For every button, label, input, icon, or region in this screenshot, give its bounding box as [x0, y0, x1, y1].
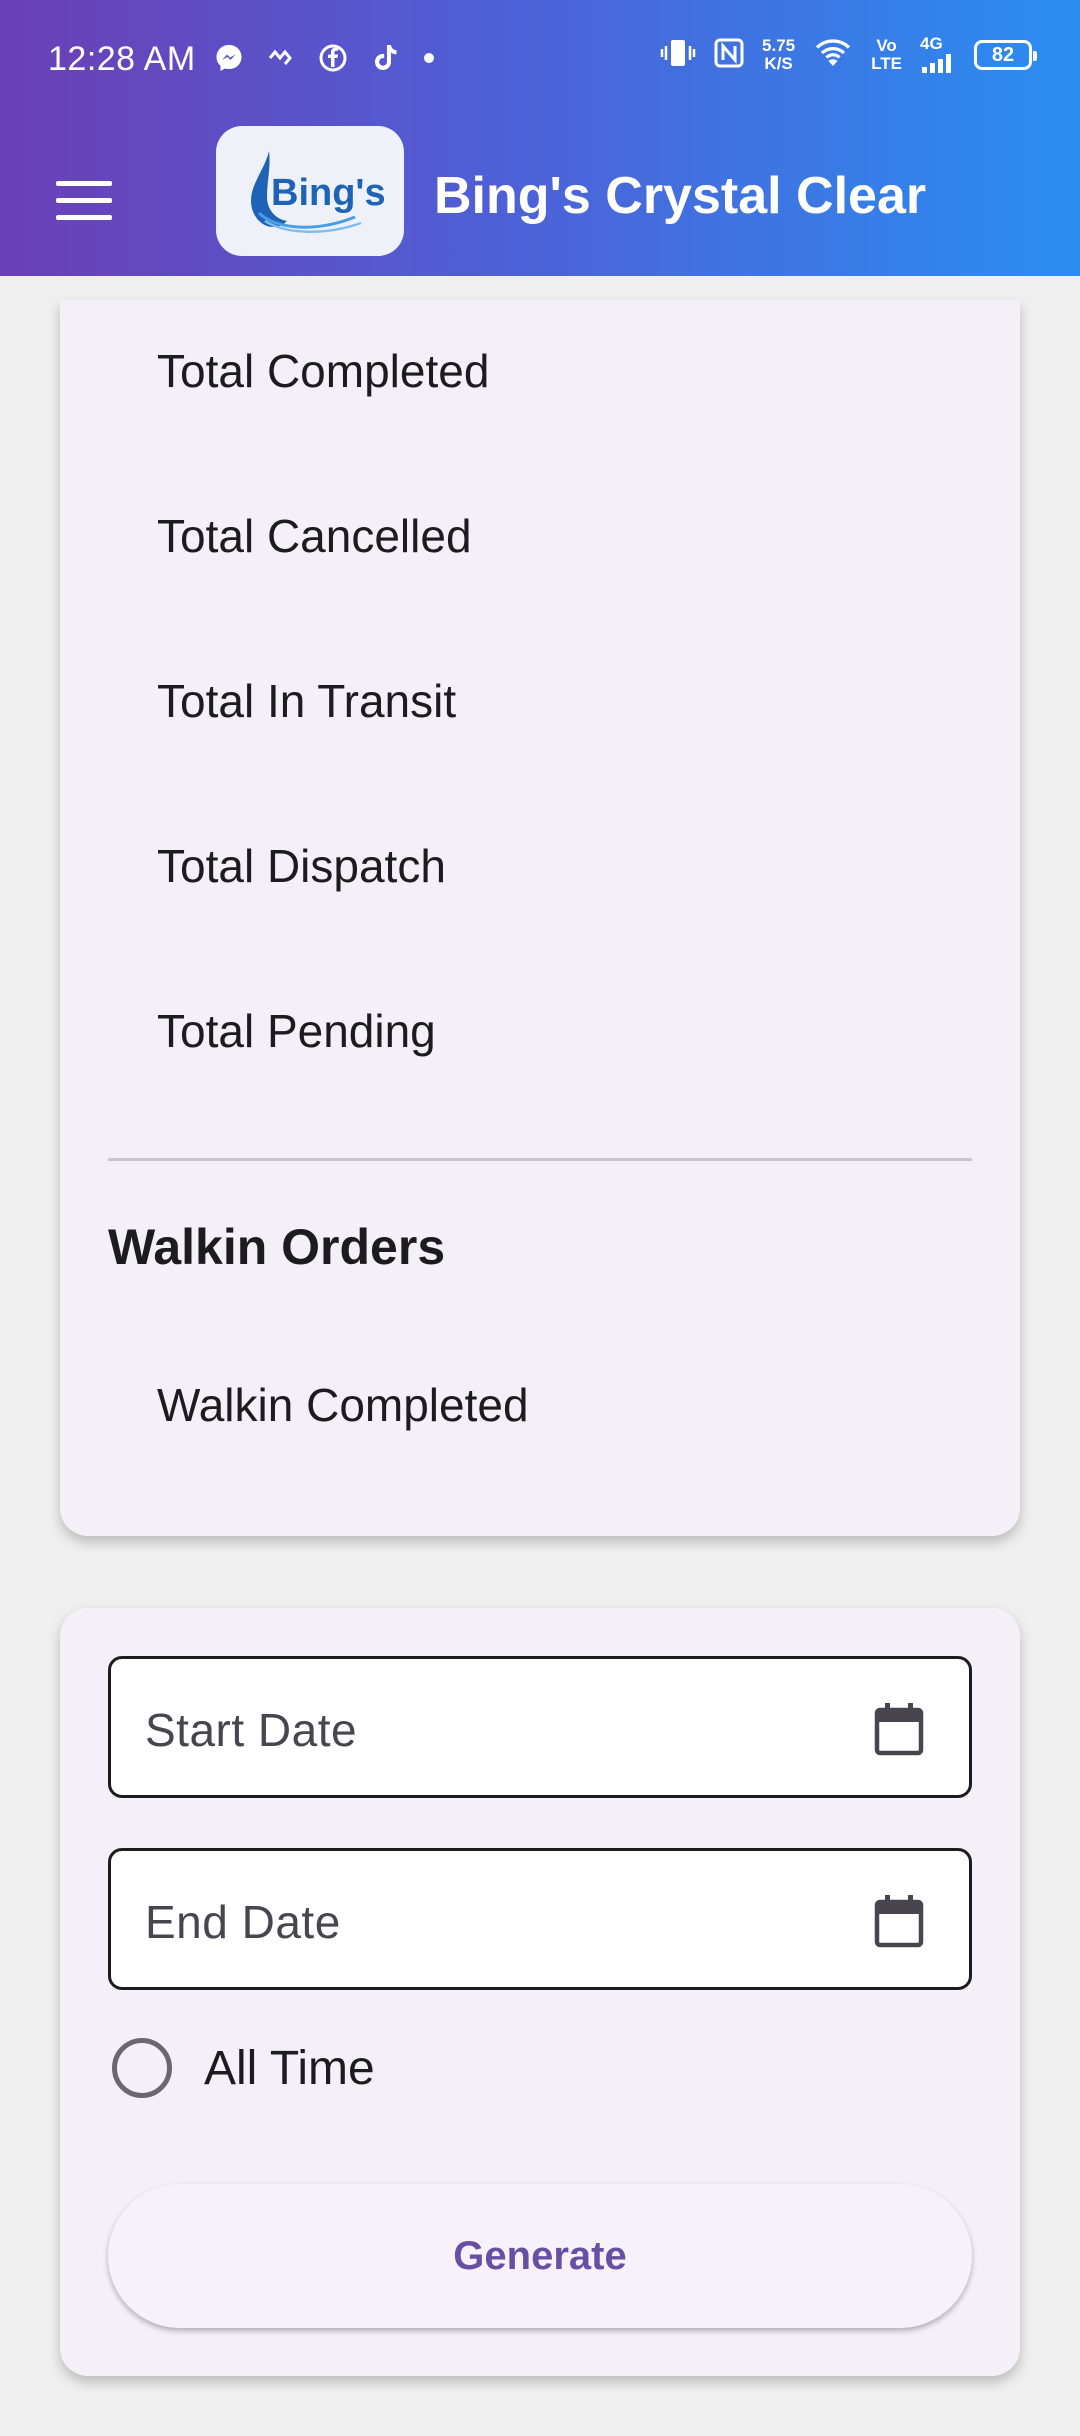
hamburger-icon-line [56, 214, 112, 220]
water-drop-logo-icon: Bing's [251, 151, 385, 233]
generate-button[interactable]: Generate [108, 2184, 972, 2328]
calendar-icon[interactable] [873, 1701, 925, 1762]
end-date-field[interactable]: End Date [108, 1848, 972, 1990]
top-gradient-bar: 12:28 AM 5.75 K/S Vo LTE 4G 82 Bing's Bi… [0, 0, 1080, 276]
hamburger-icon-line [56, 180, 112, 186]
logo-text: Bing's [271, 172, 385, 214]
status-bar: 12:28 AM 5.75 K/S Vo LTE 4G 82 [0, 0, 1080, 124]
stat-total-completed[interactable]: Total Completed [157, 344, 489, 398]
start-date-placeholder: Start Date [145, 1704, 358, 1756]
dot-icon [422, 51, 436, 65]
network-speed: 5.75 K/S [762, 36, 796, 73]
app-title: Bing's Crystal Clear [434, 167, 927, 225]
menu-button[interactable] [44, 162, 124, 238]
all-time-label: All Time [204, 2041, 375, 2095]
stat-total-dispatch[interactable]: Total Dispatch [157, 839, 446, 893]
facebook-icon [318, 43, 348, 73]
link-icon [266, 46, 296, 70]
stat-total-in-transit[interactable]: Total In Transit [157, 674, 456, 728]
report-filter-card: Start Date End Date All Time Generate [60, 1608, 1020, 2376]
status-right-icons: 5.75 K/S Vo LTE 4G 82 [660, 35, 1037, 74]
volte-indicator: Vo LTE [871, 36, 902, 73]
app-bar: Bing's Bing's Crystal Clear [0, 124, 1080, 276]
tiktok-icon [370, 42, 400, 74]
messenger-icon [214, 43, 244, 73]
nfc-icon [714, 38, 744, 73]
stat-total-pending[interactable]: Total Pending [157, 1004, 436, 1058]
start-date-field[interactable]: Start Date [108, 1656, 972, 1798]
calendar-icon[interactable] [873, 1893, 925, 1954]
battery-indicator: 82 [974, 40, 1037, 70]
notification-icons [214, 42, 436, 74]
all-time-radio[interactable] [112, 2038, 172, 2098]
end-date-placeholder: End Date [145, 1896, 341, 1948]
all-time-option[interactable]: All Time [112, 2038, 375, 2098]
stat-walkin-completed[interactable]: Walkin Completed [157, 1378, 529, 1432]
status-time: 12:28 AM [48, 40, 196, 78]
stat-total-cancelled[interactable]: Total Cancelled [157, 509, 472, 563]
app-logo: Bing's [216, 126, 404, 256]
section-divider [108, 1158, 972, 1161]
signal-icon: 4G [920, 35, 956, 74]
walkin-orders-heading: Walkin Orders [108, 1219, 446, 1275]
wifi-icon [813, 38, 853, 73]
vibrate-icon [660, 38, 696, 73]
hamburger-icon-line [56, 197, 112, 203]
order-stats-card: Total Completed Total Cancelled Total In… [60, 300, 1020, 1536]
